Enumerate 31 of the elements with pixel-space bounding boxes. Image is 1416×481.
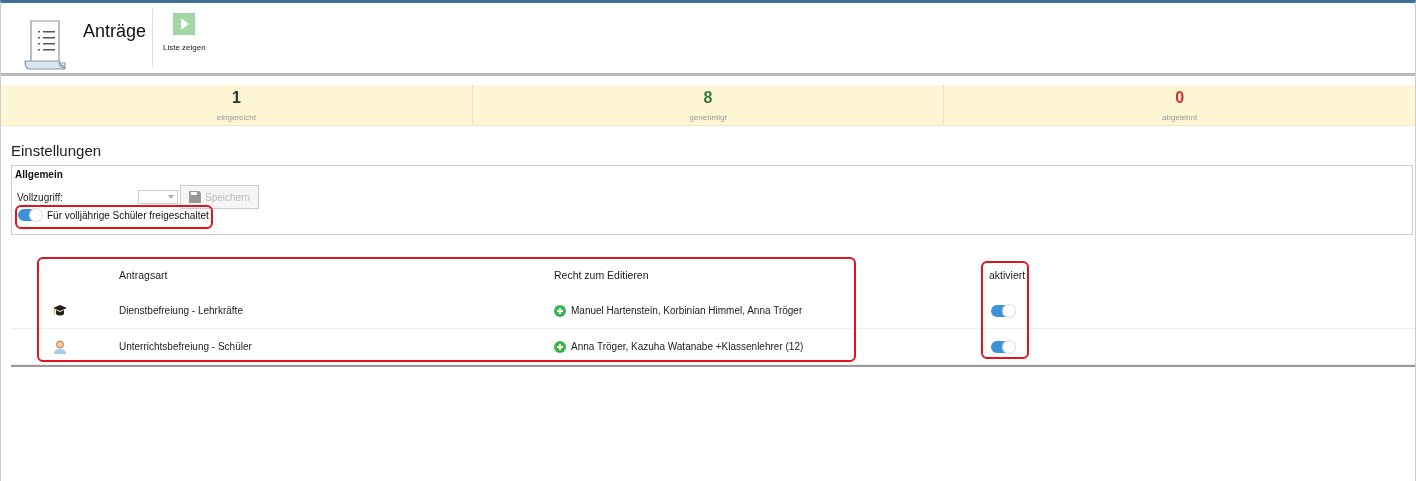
show-list-button[interactable]: Liste zeigen <box>153 9 216 61</box>
group-title: Allgemein <box>15 169 64 180</box>
stat-label: eingereicht <box>216 112 256 122</box>
stat-label: abgelehnt <box>1162 112 1198 122</box>
graduation-cap-icon <box>53 304 67 317</box>
table-cell-text: Unterrichtsbefreiung - Schüler <box>118 341 253 352</box>
stat-value: 8 <box>703 88 713 107</box>
toggle-label: Für volljährige Schüler freigeschaltet <box>47 209 209 221</box>
save-icon <box>189 191 201 203</box>
add-icon[interactable] <box>554 340 566 353</box>
section-title: Einstellungen <box>11 142 103 159</box>
toggle-switch[interactable] <box>991 304 1015 317</box>
play-icon <box>173 13 196 35</box>
table-cell: Anna Tröger, Kazuha Watanabe +Klassenlehrer (12) <box>571 341 804 352</box>
document-icon <box>23 19 69 71</box>
column-header: aktiviert <box>988 269 1027 281</box>
table-cell-text: Dienstbefreiung - Lehrkräfte <box>118 305 244 316</box>
column-header: Antragsart <box>118 269 169 281</box>
person-icon <box>54 339 66 354</box>
column-header: Recht zum Editieren <box>553 269 650 281</box>
stat-value: 1 <box>231 88 241 107</box>
page-title: Anträge <box>83 21 147 43</box>
field-label: Vollzugriff: <box>16 191 64 203</box>
add-icon[interactable] <box>554 304 566 317</box>
stat-value: 0 <box>1175 88 1185 107</box>
select-field[interactable] <box>138 190 178 204</box>
table-cell: Manuel Hartenstein, Korbinian Himmel, Anna Tröger <box>571 305 803 316</box>
caret-icon <box>168 195 174 199</box>
toggle-switch[interactable] <box>991 340 1015 353</box>
stat-label: genehmigt <box>689 112 727 122</box>
toggle-switch[interactable] <box>18 209 42 221</box>
